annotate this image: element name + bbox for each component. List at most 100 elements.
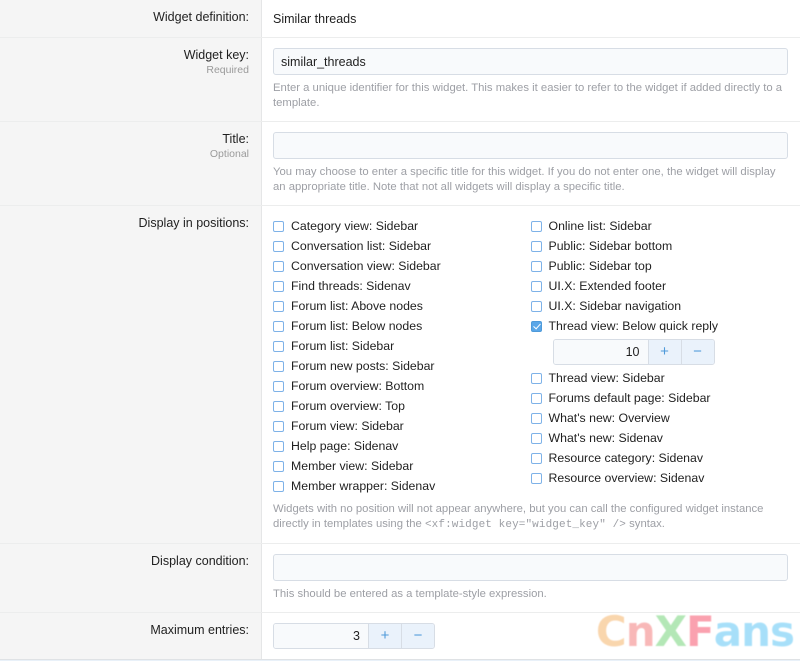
widget-definition-value: Similar threads xyxy=(273,12,357,26)
widget-edit-form: Widget definition: Similar threads Widge… xyxy=(0,0,800,661)
position-checkbox-item[interactable]: Public: Sidebar bottom xyxy=(530,236,789,256)
thread-view-entries-increment-button[interactable]: + xyxy=(647,340,681,364)
position-checkbox-item[interactable]: Help page: Sidenav xyxy=(273,436,525,456)
position-checkbox-item[interactable]: Member wrapper: Sidenav xyxy=(273,476,525,496)
label-display-positions: Display in positions: xyxy=(0,206,262,543)
value-title: You may choose to enter a specific title… xyxy=(262,122,800,205)
position-checkbox-item[interactable]: Forum new posts: Sidebar xyxy=(273,356,525,376)
position-checkbox-item[interactable]: Forum list: Above nodes xyxy=(273,296,525,316)
position-checkbox-item[interactable]: Forum list: Sidebar xyxy=(273,336,525,356)
position-checkbox-item[interactable]: Category view: Sidebar xyxy=(273,216,525,236)
position-checkbox-item[interactable]: Forum view: Sidebar xyxy=(273,416,525,436)
checkbox-unchecked-icon[interactable] xyxy=(530,280,542,292)
positions-hint-code: <xf:widget key="widget_key" /> xyxy=(424,519,627,531)
position-checkbox-label: Public: Sidebar top xyxy=(548,259,652,273)
checkbox-unchecked-icon[interactable] xyxy=(273,260,284,272)
row-widget-key: Widget key: Required Enter a unique iden… xyxy=(0,37,800,121)
label-display-condition: Display condition: xyxy=(0,544,262,612)
position-checkbox-item[interactable]: What's new: Sidenav xyxy=(530,428,789,448)
position-checkbox-label: Forum overview: Top xyxy=(291,399,405,413)
position-checkbox-label: Forum list: Above nodes xyxy=(291,299,423,313)
checkbox-unchecked-icon[interactable] xyxy=(273,220,284,232)
positions-column-right: Online list: Sidebar Public: Sidebar bott… xyxy=(530,216,789,496)
thread-view-entries-decrement-button[interactable]: − xyxy=(680,340,714,364)
value-widget-key: Enter a unique identifier for this widge… xyxy=(262,38,800,121)
display-condition-input[interactable] xyxy=(273,554,788,581)
position-checkbox-item[interactable]: What's new: Overview xyxy=(530,408,789,428)
position-checkbox-item[interactable]: Thread view: Below quick reply xyxy=(530,316,789,336)
checkbox-unchecked-icon[interactable] xyxy=(273,440,284,452)
checkbox-unchecked-icon[interactable] xyxy=(530,432,542,444)
checkbox-unchecked-icon[interactable] xyxy=(530,260,542,272)
checkbox-unchecked-icon[interactable] xyxy=(273,480,284,492)
position-checkbox-item[interactable]: Online list: Sidebar xyxy=(530,216,789,236)
label-title: Title: Optional xyxy=(0,122,262,205)
checkbox-checked-icon[interactable] xyxy=(530,320,542,332)
position-checkbox-item[interactable]: UI.X: Sidebar navigation xyxy=(530,296,789,316)
checkbox-unchecked-icon[interactable] xyxy=(273,400,284,412)
checkbox-unchecked-icon[interactable] xyxy=(273,280,284,292)
position-checkbox-label: Thread view: Below quick reply xyxy=(548,319,719,333)
checkbox-unchecked-icon[interactable] xyxy=(530,452,542,464)
position-checkbox-label: Find threads: Sidenav xyxy=(291,279,411,293)
checkbox-unchecked-icon[interactable] xyxy=(273,360,284,372)
position-checkbox-label: Category view: Sidebar xyxy=(291,219,419,233)
positions-grid: Category view: Sidebar Conversation list:… xyxy=(273,216,788,496)
checkbox-unchecked-icon[interactable] xyxy=(530,300,542,312)
label-text: Widget definition: xyxy=(153,10,249,24)
position-checkbox-item[interactable]: Thread view: Sidebar xyxy=(530,368,789,388)
position-checkbox-item[interactable]: Conversation view: Sidebar xyxy=(273,256,525,276)
position-checkbox-item[interactable]: Conversation list: Sidebar xyxy=(273,236,525,256)
label-text: Widget key: xyxy=(183,48,249,62)
position-checkbox-label: Public: Sidebar bottom xyxy=(548,239,673,253)
title-input[interactable] xyxy=(273,132,788,159)
position-checkbox-label: Conversation view: Sidebar xyxy=(291,259,441,273)
row-display-condition: Display condition: This should be entere… xyxy=(0,543,800,612)
checkbox-unchecked-icon[interactable] xyxy=(273,300,284,312)
row-title: Title: Optional You may choose to enter … xyxy=(0,121,800,205)
checkbox-unchecked-icon[interactable] xyxy=(530,472,542,484)
maximum-entries-stepper[interactable]: + − xyxy=(273,623,435,649)
position-checkbox-item[interactable]: Member view: Sidebar xyxy=(273,456,525,476)
position-checkbox-item[interactable]: Forum overview: Top xyxy=(273,396,525,416)
checkbox-unchecked-icon[interactable] xyxy=(273,460,284,472)
checkbox-unchecked-icon[interactable] xyxy=(530,220,542,232)
maximum-entries-increment-button[interactable]: + xyxy=(368,624,401,648)
label-maximum-entries: Maximum entries: xyxy=(0,613,262,659)
maximum-entries-decrement-button[interactable]: − xyxy=(401,624,434,648)
positions-column-left: Category view: Sidebar Conversation list:… xyxy=(273,216,531,496)
label-text: Maximum entries: xyxy=(150,623,249,637)
checkbox-unchecked-icon[interactable] xyxy=(530,372,542,384)
checkbox-unchecked-icon[interactable] xyxy=(530,412,542,424)
position-checkbox-label: Thread view: Sidebar xyxy=(548,371,665,385)
position-checkbox-label: What's new: Sidenav xyxy=(548,431,663,445)
position-checkbox-item[interactable]: Resource overview: Sidenav xyxy=(530,468,789,488)
position-checkbox-item[interactable]: Forums default page: Sidebar xyxy=(530,388,789,408)
position-checkbox-item[interactable]: Forum list: Below nodes xyxy=(273,316,525,336)
position-checkbox-item[interactable]: Resource category: Sidenav xyxy=(530,448,789,468)
position-checkbox-item[interactable]: Forum overview: Bottom xyxy=(273,376,525,396)
maximum-entries-input[interactable] xyxy=(274,624,368,648)
label-text: Display condition: xyxy=(151,554,249,568)
position-checkbox-label: Forum overview: Bottom xyxy=(291,379,425,393)
label-sub-optional: Optional xyxy=(209,148,249,160)
thread-view-entries-stepper[interactable]: +− xyxy=(552,339,715,365)
checkbox-unchecked-icon[interactable] xyxy=(530,240,542,252)
position-checkbox-item[interactable]: Find threads: Sidenav xyxy=(273,276,525,296)
position-checkbox-label: Member view: Sidebar xyxy=(291,459,414,473)
position-checkbox-label: What's new: Overview xyxy=(548,411,670,425)
position-checkbox-label: Member wrapper: Sidenav xyxy=(291,479,436,493)
positions-hint: Widgets with no position will not appear… xyxy=(273,502,788,533)
position-checkbox-item[interactable]: UI.X: Extended footer xyxy=(530,276,789,296)
position-checkbox-item[interactable]: Public: Sidebar top xyxy=(530,256,789,276)
checkbox-unchecked-icon[interactable] xyxy=(273,320,284,332)
thread-view-entries-input[interactable] xyxy=(553,340,648,364)
widget-key-input[interactable] xyxy=(273,48,788,75)
checkbox-unchecked-icon[interactable] xyxy=(530,392,542,404)
checkbox-unchecked-icon[interactable] xyxy=(273,380,284,392)
checkbox-unchecked-icon[interactable] xyxy=(273,420,284,432)
checkbox-unchecked-icon[interactable] xyxy=(273,340,284,352)
value-display-positions: Category view: Sidebar Conversation list:… xyxy=(262,206,800,543)
checkbox-unchecked-icon[interactable] xyxy=(273,240,284,252)
value-maximum-entries: + − xyxy=(262,613,800,659)
